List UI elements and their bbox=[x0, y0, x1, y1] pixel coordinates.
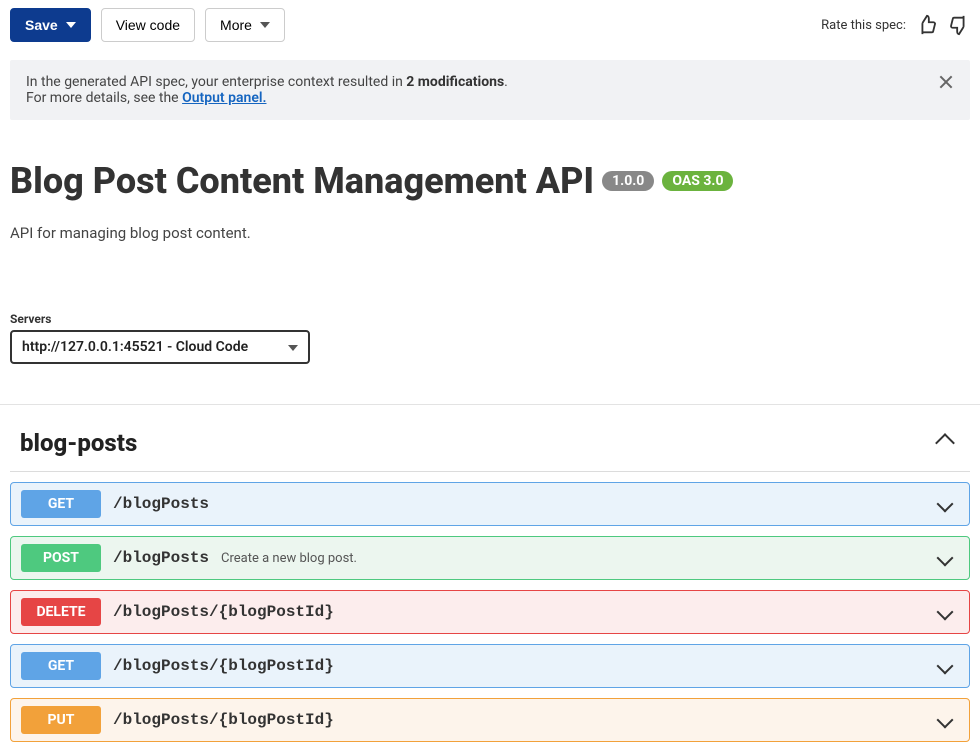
oas-badge: OAS 3.0 bbox=[662, 171, 733, 191]
chevron-down-icon bbox=[937, 604, 954, 621]
save-label: Save bbox=[25, 17, 58, 33]
api-description: API for managing blog post content. bbox=[10, 224, 970, 242]
chevron-up-icon bbox=[935, 433, 955, 453]
notice-text: In the generated API spec, your enterpri… bbox=[26, 74, 508, 106]
api-title: Blog Post Content Management API bbox=[10, 160, 594, 202]
version-badge: 1.0.0 bbox=[602, 171, 654, 191]
notice-line1-prefix: In the generated API spec, your enterpri… bbox=[26, 74, 406, 90]
operation-summary: Create a new blog post. bbox=[221, 551, 357, 566]
chevron-down-icon bbox=[288, 345, 298, 351]
view-code-label: View code bbox=[116, 17, 180, 33]
tag-section: blog-posts GET/blogPosts POST/blogPosts Cr… bbox=[0, 405, 980, 752]
operations-list: GET/blogPosts POST/blogPosts Create a new … bbox=[10, 482, 970, 742]
operation-path: /blogPosts/{blogPostId} bbox=[113, 603, 334, 621]
chevron-down-icon bbox=[937, 550, 954, 567]
view-code-button[interactable]: View code bbox=[101, 8, 195, 42]
method-badge: PUT bbox=[21, 706, 101, 734]
method-badge: GET bbox=[21, 652, 101, 680]
title-row: Blog Post Content Management API 1.0.0 O… bbox=[10, 160, 970, 202]
top-toolbar: Save View code More Rate this spec: bbox=[0, 0, 980, 50]
operation-row[interactable]: PUT/blogPosts/{blogPostId} bbox=[10, 698, 970, 742]
server-selected: http://127.0.0.1:45521 - Cloud Code bbox=[22, 339, 248, 355]
output-panel-link[interactable]: Output panel. bbox=[182, 90, 266, 106]
chevron-down-icon bbox=[66, 22, 76, 28]
chevron-down-icon bbox=[260, 22, 270, 28]
method-badge: GET bbox=[21, 490, 101, 518]
servers-label: Servers bbox=[10, 312, 970, 326]
chevron-down-icon bbox=[937, 712, 954, 729]
more-label: More bbox=[220, 17, 252, 33]
thumb-up-icon[interactable] bbox=[916, 14, 938, 36]
operation-row[interactable]: DELETE/blogPosts/{blogPostId} bbox=[10, 590, 970, 634]
server-select[interactable]: http://127.0.0.1:45521 - Cloud Code bbox=[10, 330, 310, 364]
operation-path: /blogPosts/{blogPostId} bbox=[113, 657, 334, 675]
enterprise-notice: In the generated API spec, your enterpri… bbox=[10, 60, 970, 120]
rate-label: Rate this spec: bbox=[821, 18, 906, 33]
method-badge: DELETE bbox=[21, 598, 101, 626]
operation-row[interactable]: GET/blogPosts bbox=[10, 482, 970, 526]
servers-block: Servers http://127.0.0.1:45521 - Cloud C… bbox=[10, 312, 970, 364]
thumb-down-icon[interactable] bbox=[948, 14, 970, 36]
operation-path: /blogPosts bbox=[113, 495, 209, 513]
operation-path: /blogPosts bbox=[113, 549, 209, 567]
more-button[interactable]: More bbox=[205, 8, 285, 42]
tag-header[interactable]: blog-posts bbox=[10, 415, 970, 472]
operation-row[interactable]: GET/blogPosts/{blogPostId} bbox=[10, 644, 970, 688]
method-badge: POST bbox=[21, 544, 101, 572]
chevron-down-icon bbox=[937, 658, 954, 675]
notice-line1-suffix: . bbox=[504, 74, 508, 90]
api-main: Blog Post Content Management API 1.0.0 O… bbox=[0, 130, 980, 374]
close-icon[interactable] bbox=[938, 74, 954, 94]
operation-path: /blogPosts/{blogPostId} bbox=[113, 711, 334, 729]
tag-title: blog-posts bbox=[20, 429, 137, 457]
notice-line1-bold: 2 modifications bbox=[406, 74, 504, 90]
save-button[interactable]: Save bbox=[10, 8, 91, 42]
notice-line2-prefix: For more details, see the bbox=[26, 90, 182, 106]
toolbar-right: Rate this spec: bbox=[821, 14, 970, 36]
operation-row[interactable]: POST/blogPosts Create a new blog post. bbox=[10, 536, 970, 580]
chevron-down-icon bbox=[937, 496, 954, 513]
